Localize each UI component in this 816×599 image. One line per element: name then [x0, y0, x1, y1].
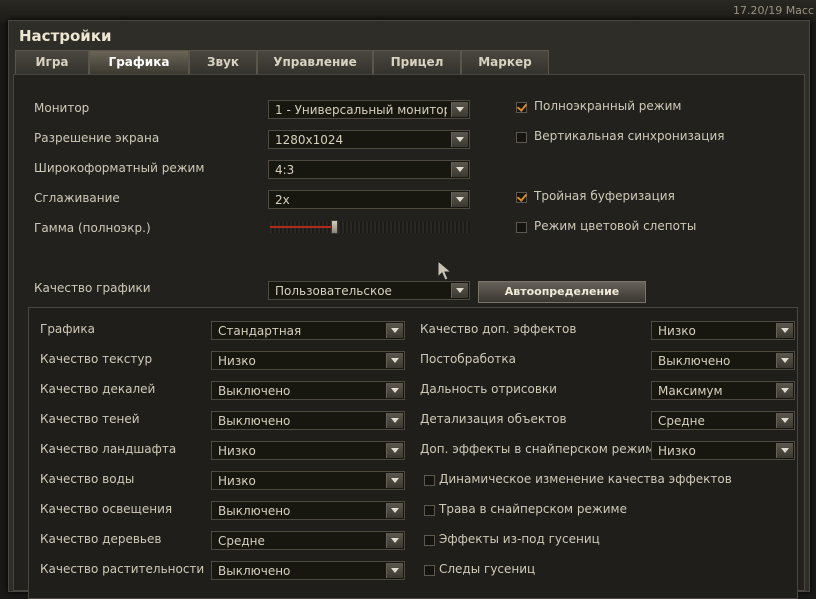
window-title: Настройки: [19, 27, 112, 45]
fullscreen-checkbox[interactable]: [516, 102, 527, 113]
sniper-grass-checkbox[interactable]: [424, 505, 435, 516]
setting-label: Качество растительности: [40, 562, 205, 576]
clock-readout: 17.20/19 Масс: [733, 4, 815, 17]
setting-label: Качество доп. эффектов: [420, 322, 577, 336]
chevron-down-icon: [386, 383, 403, 398]
widescreen-dropdown[interactable]: 4:3: [268, 160, 470, 179]
chevron-down-icon: [451, 192, 468, 207]
chevron-down-icon: [386, 503, 403, 518]
texture-quality-dropdown[interactable]: Низко: [211, 351, 405, 370]
track-marks-checkbox[interactable]: [424, 565, 435, 576]
monitor-label: Монитор: [34, 101, 90, 115]
resolution-label: Разрешение экрана: [34, 131, 160, 145]
extra-effects-dropdown[interactable]: Низко: [651, 321, 795, 340]
dynamic-effects-label: Динамическое изменение качества эффектов: [439, 472, 732, 486]
setting-label: Доп. эффекты в снайперском режиме: [420, 442, 662, 456]
game-background-strip: [0, 0, 816, 22]
gamma-slider-thumb[interactable]: [331, 220, 338, 234]
setting-label: Постобработка: [420, 352, 516, 366]
triple-buffering-label: Тройная буферизация: [534, 189, 675, 203]
decal-quality-dropdown[interactable]: Выключено: [211, 381, 405, 400]
mouse-cursor-icon: [437, 260, 453, 281]
colorblind-checkbox[interactable]: [516, 222, 527, 233]
terrain-quality-dropdown[interactable]: Низко: [211, 441, 405, 460]
setting-label: Качество воды: [40, 472, 135, 486]
setting-label: Качество ландшафта: [40, 442, 177, 456]
chevron-down-icon: [386, 323, 403, 338]
colorblind-label: Режим цветовой слепоты: [534, 219, 697, 233]
graphics-quality-dropdown[interactable]: Пользовательское: [268, 281, 470, 300]
chevron-down-icon: [776, 323, 793, 338]
setting-label: Дальность отрисовки: [420, 382, 557, 396]
graphics-type-dropdown[interactable]: Стандартная: [211, 321, 405, 340]
track-effects-label: Эффекты из-под гусениц: [439, 532, 600, 546]
advanced-settings-box: Графика Стандартная Качество текстур Низ…: [28, 307, 798, 599]
vsync-checkbox[interactable]: [516, 132, 527, 143]
chevron-down-icon: [451, 132, 468, 147]
chevron-down-icon: [386, 413, 403, 428]
gamma-slider[interactable]: [270, 220, 470, 234]
tab-graphics[interactable]: Графика: [89, 50, 189, 74]
resolution-dropdown[interactable]: 1280x1024: [268, 130, 470, 149]
track-effects-checkbox[interactable]: [424, 535, 435, 546]
chevron-down-icon: [386, 443, 403, 458]
chevron-down-icon: [386, 563, 403, 578]
setting-label: Качество текстур: [40, 352, 153, 366]
chevron-down-icon: [451, 162, 468, 177]
triple-buffering-checkbox[interactable]: [516, 192, 527, 203]
dynamic-effects-checkbox[interactable]: [424, 475, 435, 486]
water-quality-dropdown[interactable]: Низко: [211, 471, 405, 490]
chevron-down-icon: [776, 413, 793, 428]
chevron-down-icon: [386, 533, 403, 548]
chevron-down-icon: [451, 283, 468, 298]
tab-sound[interactable]: Звук: [189, 50, 257, 74]
gamma-slider-fill: [270, 226, 334, 228]
shadow-quality-dropdown[interactable]: Выключено: [211, 411, 405, 430]
chevron-down-icon: [776, 353, 793, 368]
setting-label: Качество декалей: [40, 382, 156, 396]
monitor-dropdown[interactable]: 1 - Универсальный монитор PnP: [268, 100, 470, 119]
tab-marker[interactable]: Маркер: [461, 50, 549, 74]
tab-controls[interactable]: Управление: [257, 50, 373, 74]
chevron-down-icon: [776, 383, 793, 398]
object-detail-dropdown[interactable]: Средне: [651, 411, 795, 430]
tab-crosshair[interactable]: Прицел: [373, 50, 461, 74]
chevron-down-icon: [386, 473, 403, 488]
sniper-grass-label: Трава в снайперском режиме: [439, 502, 627, 516]
tab-game[interactable]: Игра: [15, 50, 89, 74]
sniper-effects-dropdown[interactable]: Низко: [651, 441, 795, 460]
track-marks-label: Следы гусениц: [439, 562, 536, 576]
antialiasing-label: Сглаживание: [34, 191, 120, 205]
fullscreen-label: Полноэкранный режим: [534, 99, 682, 113]
graphics-panel: Монитор 1 - Универсальный монитор PnP Ра…: [13, 74, 805, 599]
setting-label: Качество освещения: [40, 502, 173, 516]
postprocessing-dropdown[interactable]: Выключено: [651, 351, 795, 370]
setting-label: Качество деревьев: [40, 532, 162, 546]
widescreen-label: Широкоформатный режим: [34, 161, 205, 175]
chevron-down-icon: [451, 102, 468, 117]
setting-label: Качество теней: [40, 412, 140, 426]
settings-window: Настройки Игра Графика Звук Управление П…: [8, 20, 810, 599]
chevron-down-icon: [386, 353, 403, 368]
vsync-label: Вертикальная синхронизация: [534, 129, 725, 143]
auto-detect-button[interactable]: Автоопределение: [478, 281, 646, 303]
antialiasing-dropdown[interactable]: 2x: [268, 190, 470, 209]
tree-quality-dropdown[interactable]: Средне: [211, 531, 405, 550]
setting-label: Графика: [40, 322, 95, 336]
gamma-label: Гамма (полноэкр.): [34, 221, 151, 235]
graphics-quality-label: Качество графики: [34, 281, 151, 295]
lighting-quality-dropdown[interactable]: Выключено: [211, 501, 405, 520]
draw-distance-dropdown[interactable]: Максимум: [651, 381, 795, 400]
vegetation-quality-dropdown[interactable]: Выключено: [211, 561, 405, 580]
chevron-down-icon: [776, 443, 793, 458]
setting-label: Детализация объектов: [420, 412, 567, 426]
